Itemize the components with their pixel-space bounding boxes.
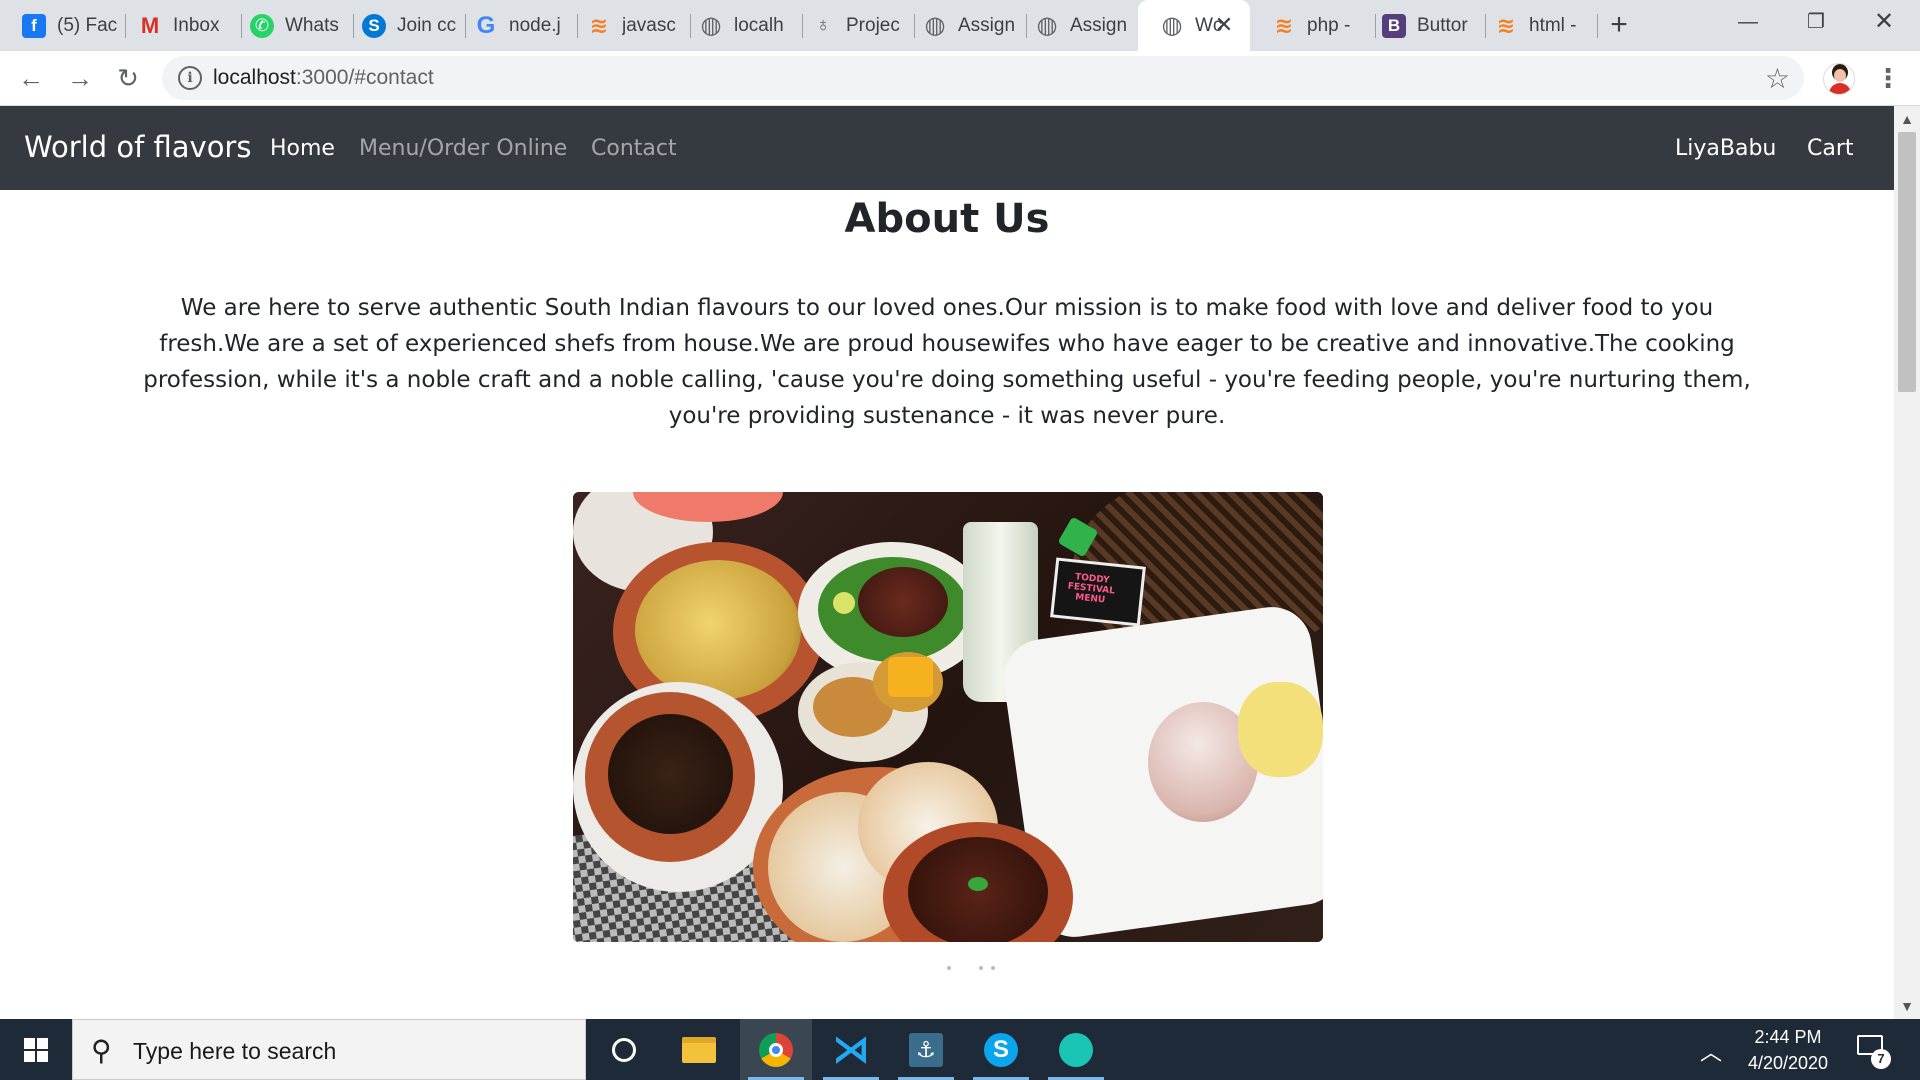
whatsapp-icon: ✆ (250, 13, 274, 38)
photo-menu-sign: TODDY FESTIVAL MENU (1067, 572, 1116, 606)
notification-center-icon[interactable]: 7 (1855, 1033, 1891, 1069)
forward-button[interactable]: → (63, 61, 97, 95)
browser-tab[interactable]: ≋ html - (1472, 0, 1598, 51)
food-photo: TODDY FESTIVAL MENU (573, 492, 1323, 942)
browser-tab[interactable]: ♁ Projec (789, 0, 915, 51)
browser-tab[interactable]: M Inbox (116, 0, 242, 51)
microphone-icon: ♁ (815, 14, 831, 36)
url-host: localhost (213, 66, 296, 89)
carousel-dot[interactable] (979, 966, 983, 970)
mysql-workbench-icon[interactable]: ⚓ (890, 1019, 962, 1080)
scroll-down-arrow-icon[interactable]: ▼ (1894, 993, 1920, 1019)
vscode-icon[interactable]: ⋊ (815, 1019, 887, 1080)
tab-title: (5) Fac (57, 14, 118, 36)
stackoverflow-icon: ≋ (1496, 12, 1516, 38)
tab-title: php - (1307, 14, 1351, 36)
browser-tab-strip: f (5) Fac M Inbox ✆ Whats S Join cc G no… (0, 0, 1920, 51)
search-icon: ⚲ (91, 1035, 112, 1066)
nav-user-link[interactable]: LiyaBabu (1675, 136, 1776, 161)
tab-title: Assign (1070, 14, 1128, 36)
skype-taskbar-icon[interactable]: S (965, 1019, 1037, 1080)
profile-avatar[interactable] (1823, 63, 1855, 95)
tab-title: Buttor (1417, 14, 1468, 36)
tray-chevron-up-icon[interactable]: ︿ (1700, 1035, 1722, 1067)
stackoverflow-icon: ≋ (1274, 12, 1294, 38)
address-bar[interactable]: i localhost:3000/#contact ☆ (162, 56, 1804, 100)
browser-tab[interactable]: f (5) Fac (0, 0, 126, 51)
search-placeholder: Type here to search (133, 1038, 337, 1064)
carousel-indicators[interactable] (947, 966, 1007, 974)
browser-menu-icon[interactable]: ⋮ (1875, 63, 1901, 94)
nav-home-link[interactable]: Home (270, 136, 335, 161)
url-path: :3000/#contact (295, 66, 434, 89)
tab-title: javasc (622, 14, 676, 36)
start-button[interactable] (0, 1019, 72, 1080)
nav-menu-order-link[interactable]: Menu/Order Online (359, 136, 567, 161)
tab-title: Inbox (173, 14, 220, 36)
page-viewport: World of flavors Home Menu/Order Online … (0, 106, 1894, 1019)
clock-time: 2:44 PM (1754, 1027, 1822, 1047)
url-text[interactable]: localhost:3000/#contact (213, 66, 434, 90)
nav-cart-link[interactable]: Cart (1807, 136, 1854, 161)
carousel-dot[interactable] (991, 966, 995, 970)
skype-icon: S (362, 13, 386, 38)
browser-tab[interactable]: S Join cc (340, 0, 466, 51)
site-info-icon[interactable]: i (178, 66, 202, 90)
about-paragraph: We are here to serve authentic South Ind… (143, 295, 1751, 429)
google-icon: G (476, 11, 496, 39)
new-tab-button[interactable]: + (1602, 8, 1636, 42)
tab-title: Join cc (397, 14, 457, 36)
notification-count-badge: 7 (1871, 1049, 1891, 1069)
bootstrap-icon: B (1382, 13, 1406, 38)
stackoverflow-icon: ≋ (589, 12, 609, 38)
minimize-button[interactable]: — (1714, 0, 1782, 44)
tab-title: Assign (958, 14, 1016, 36)
scroll-thumb[interactable] (1898, 132, 1916, 392)
close-window-button[interactable]: ✕ (1850, 0, 1918, 44)
browser-tab[interactable]: ◍ Assign (901, 0, 1027, 51)
browser-tab-active[interactable]: ◍ Wc ✕ (1138, 0, 1250, 51)
browser-tab[interactable]: ◍ Assign (1013, 0, 1139, 51)
chrome-icon[interactable] (740, 1019, 812, 1080)
globe-icon: ◍ (1161, 12, 1183, 39)
tab-separator (1597, 14, 1598, 38)
app-teal-icon[interactable] (1040, 1019, 1112, 1080)
browser-tab[interactable]: B Buttor (1360, 0, 1486, 51)
tab-title: localh (734, 14, 784, 36)
gmail-icon: M (140, 12, 160, 38)
taskbar-clock[interactable]: 2:44 PM 4/20/2020 (1728, 1024, 1848, 1076)
browser-toolbar: ← → ↻ i localhost:3000/#contact ☆ ⋮ (0, 51, 1920, 106)
globe-icon: ◍ (1036, 12, 1058, 39)
tab-title: Whats (285, 14, 339, 36)
nav-contact-link[interactable]: Contact (591, 136, 677, 161)
tab-title: node.j (509, 14, 561, 36)
browser-tab[interactable]: G node.j (452, 0, 578, 51)
taskbar-search-box[interactable]: ⚲ Type here to search (72, 1019, 586, 1080)
reload-button[interactable]: ↻ (111, 61, 145, 95)
globe-icon: ◍ (700, 12, 722, 39)
scroll-up-arrow-icon[interactable]: ▲ (1894, 106, 1920, 132)
browser-tab[interactable]: ≋ javasc (565, 0, 691, 51)
page-scrollbar[interactable]: ▲ ▼ (1894, 106, 1920, 1019)
site-navbar: World of flavors Home Menu/Order Online … (0, 106, 1894, 190)
tab-title: Projec (846, 14, 900, 36)
restore-button[interactable]: ❐ (1782, 0, 1850, 44)
browser-tab[interactable]: ≋ php - (1250, 0, 1376, 51)
cortana-icon[interactable] (588, 1019, 660, 1080)
browser-tab[interactable]: ◍ localh (677, 0, 803, 51)
browser-tab[interactable]: ✆ Whats (228, 0, 354, 51)
bookmark-star-icon[interactable]: ☆ (1765, 62, 1790, 95)
globe-icon: ◍ (924, 12, 946, 39)
file-explorer-icon[interactable] (663, 1019, 735, 1080)
clock-date: 4/20/2020 (1747, 1053, 1829, 1073)
tab-title: html - (1529, 14, 1577, 36)
windows-taskbar: ⚲ Type here to search ⋊ ⚓ S ︿ 2:44 PM 4/… (0, 1019, 1920, 1080)
about-heading: About Us (844, 196, 1050, 242)
carousel-dot[interactable] (947, 966, 951, 970)
facebook-icon: f (22, 13, 46, 38)
close-tab-icon[interactable]: ✕ (1212, 12, 1236, 38)
site-brand-link[interactable]: World of flavors (24, 130, 251, 164)
back-button[interactable]: ← (14, 61, 48, 95)
